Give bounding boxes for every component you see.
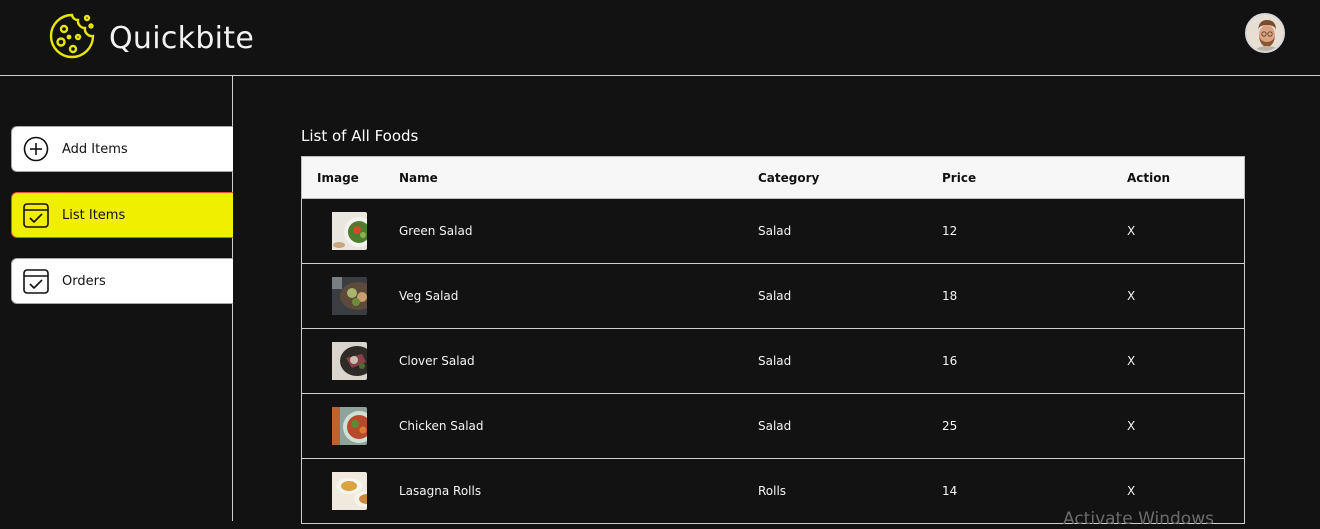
logo[interactable]: Quickbite: [45, 9, 254, 67]
calendar-check-icon: [22, 267, 50, 295]
food-price: 14: [942, 484, 958, 498]
food-image: [317, 342, 367, 380]
food-category: Salad: [758, 419, 792, 433]
remove-button[interactable]: X: [1127, 484, 1246, 498]
food-category: Salad: [758, 289, 792, 303]
food-image: [317, 472, 367, 510]
remove-button[interactable]: X: [1127, 354, 1246, 368]
sidebar-item-label: Orders: [62, 273, 106, 289]
sidebar-item-list-items[interactable]: List Items: [11, 192, 233, 238]
calendar-check-icon: [22, 201, 50, 229]
column-header-name: Name: [399, 170, 438, 185]
plus-circle-icon: [22, 135, 50, 163]
food-price: 25: [942, 419, 958, 433]
column-header-action: Action: [1127, 170, 1171, 185]
top-bar: Quickbite: [0, 0, 1320, 76]
food-name: Veg Salad: [399, 289, 459, 303]
avatar[interactable]: [1245, 13, 1285, 53]
food-name: Chicken Salad: [399, 419, 484, 433]
app-name: Quickbite: [109, 20, 255, 56]
sidebar-item-label: List Items: [62, 207, 126, 223]
table-row: Clover Salad Salad 16 X: [301, 329, 1245, 394]
remove-button[interactable]: X: [1127, 419, 1246, 433]
food-price: 12: [942, 224, 958, 238]
remove-button[interactable]: X: [1127, 224, 1246, 238]
food-image: [317, 212, 367, 250]
sidebar-item-label: Add Items: [62, 141, 128, 157]
food-name: Clover Salad: [399, 354, 475, 368]
page-title: List of All Foods: [301, 127, 419, 145]
food-category: Rolls: [758, 484, 787, 498]
food-category: Salad: [758, 354, 792, 368]
table-header: Image Name Category Price Action: [301, 156, 1245, 199]
table-row: Chicken Salad Salad 25 X: [301, 394, 1245, 459]
table-row: Green Salad Salad 12 X: [301, 199, 1245, 264]
food-name: Lasagna Rolls: [399, 484, 482, 498]
food-image: [317, 277, 367, 315]
food-image: [317, 407, 367, 445]
remove-button[interactable]: X: [1127, 289, 1246, 303]
table-row: Veg Salad Salad 18 X: [301, 264, 1245, 329]
sidebar-item-add-items[interactable]: Add Items: [11, 126, 233, 172]
food-name: Green Salad: [399, 224, 473, 238]
sidebar: Add Items List Items Orders: [0, 76, 233, 521]
activation-watermark: Activate Windows: [1063, 509, 1214, 529]
food-price: 18: [942, 289, 958, 303]
sidebar-item-orders[interactable]: Orders: [11, 258, 233, 304]
column-header-category: Category: [758, 170, 820, 185]
cookie-logo-icon: [45, 9, 99, 67]
food-category: Salad: [758, 224, 792, 238]
column-header-image: Image: [317, 170, 359, 185]
food-table: Image Name Category Price Action Green S…: [301, 156, 1245, 524]
food-price: 16: [942, 354, 958, 368]
column-header-price: Price: [942, 170, 977, 185]
